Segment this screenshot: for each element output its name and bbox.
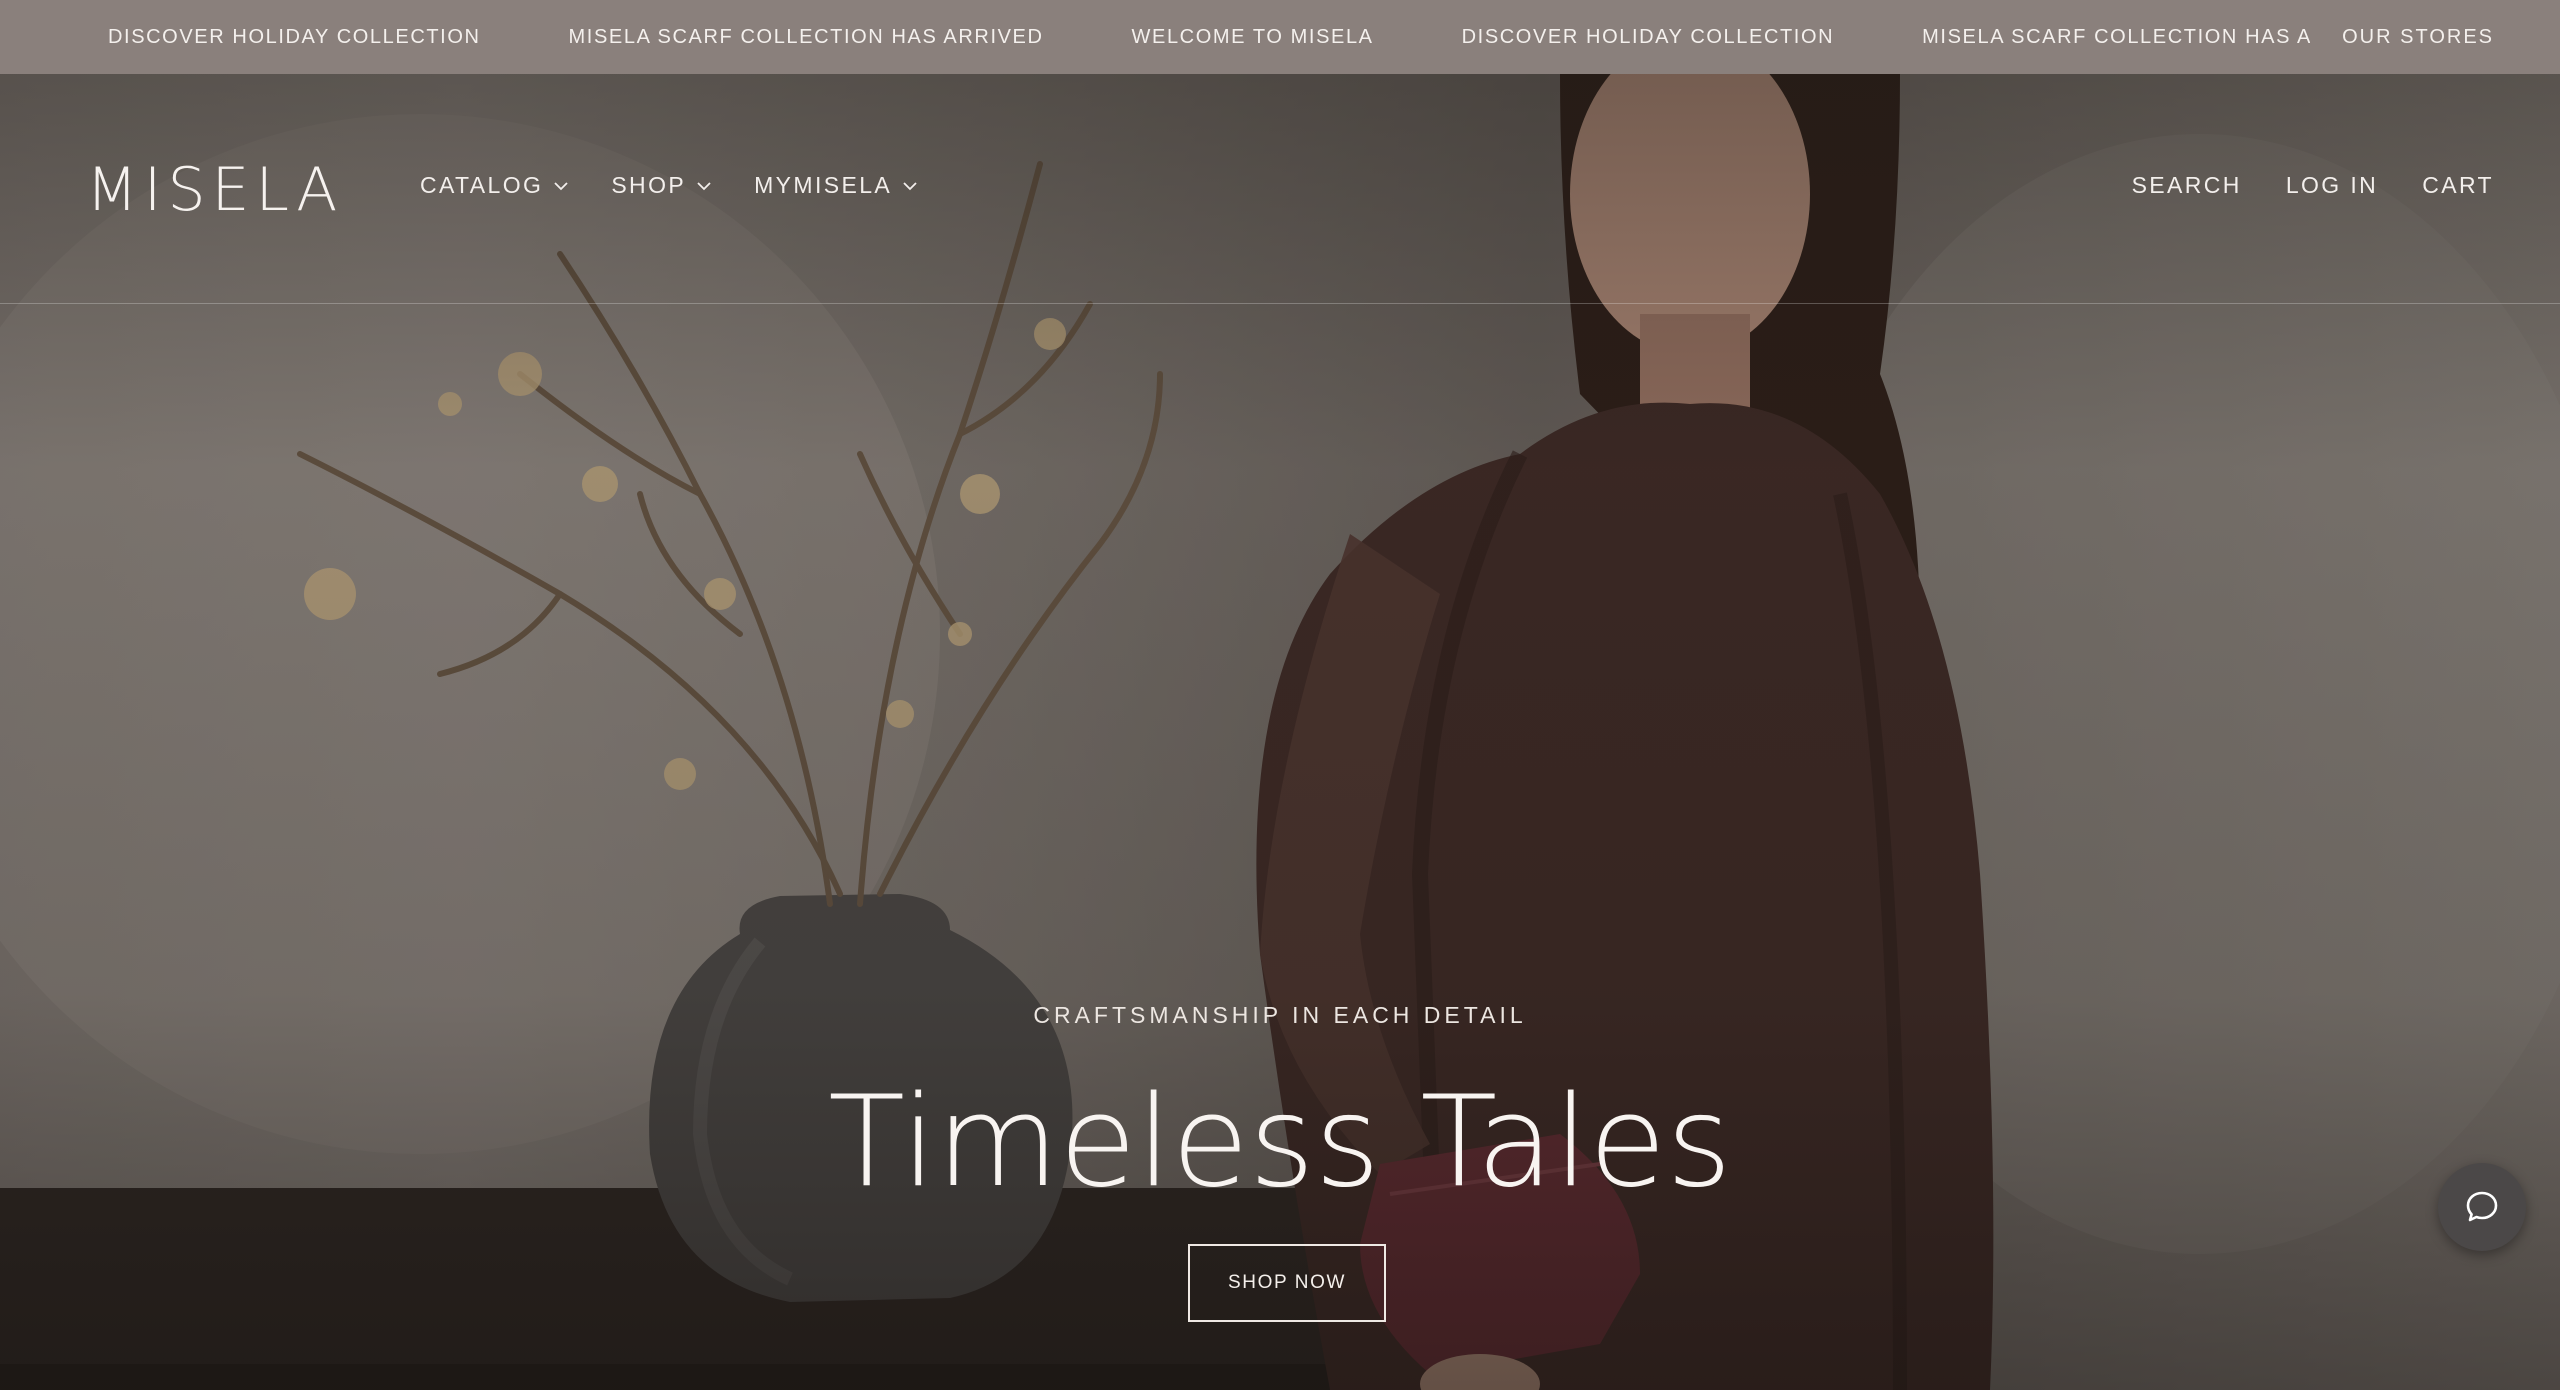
our-stores-link[interactable]: OUR STORES: [2342, 0, 2494, 74]
nav-item-catalog[interactable]: CATALOG: [420, 172, 569, 199]
nav-item-label: MYMISELA: [754, 172, 893, 198]
shop-now-button[interactable]: SHOP NOW: [1188, 1244, 1386, 1322]
announcement-message[interactable]: WELCOME TO MISELA: [1132, 26, 1374, 49]
search-link[interactable]: SEARCH: [2132, 172, 2242, 199]
chevron-down-icon: [697, 181, 711, 190]
brand-logo[interactable]: MISELA: [86, 160, 343, 220]
chat-bubble-icon: [2466, 1191, 2498, 1222]
main-navigation: CATALOG SHOP MYMISELA: [420, 172, 918, 199]
utility-navigation: SEARCH LOG IN CART: [2132, 172, 2494, 199]
announcement-marquee: DISCOVER HOLIDAY COLLECTION MISELA SCARF…: [108, 0, 2560, 74]
login-link[interactable]: LOG IN: [2286, 172, 2378, 199]
nav-item-mymisela[interactable]: MYMISELA: [754, 172, 918, 199]
announcement-message[interactable]: DISCOVER HOLIDAY COLLECTION: [108, 26, 481, 49]
announcement-message[interactable]: DISCOVER HOLIDAY COLLECTION: [1462, 26, 1835, 49]
site-header: MISELA CATALOG SHOP MYMISELA SEARCH LOG …: [0, 74, 2560, 304]
hero-headline: Timeless Tales: [828, 1068, 1732, 1215]
nav-item-shop[interactable]: SHOP: [611, 172, 712, 199]
chat-button[interactable]: [2438, 1163, 2526, 1251]
nav-item-label: CATALOG: [420, 172, 544, 198]
hero-eyebrow: CRAFTSMANSHIP IN EACH DETAIL: [1033, 1002, 1527, 1028]
chevron-down-icon: [903, 181, 917, 190]
nav-item-label: SHOP: [611, 172, 687, 198]
cart-link[interactable]: CART: [2422, 172, 2494, 199]
announcement-bar: DISCOVER HOLIDAY COLLECTION MISELA SCARF…: [0, 0, 2560, 74]
chevron-down-icon: [554, 181, 568, 190]
announcement-message[interactable]: MISELA SCARF COLLECTION HAS ARRIVED: [569, 26, 1044, 49]
